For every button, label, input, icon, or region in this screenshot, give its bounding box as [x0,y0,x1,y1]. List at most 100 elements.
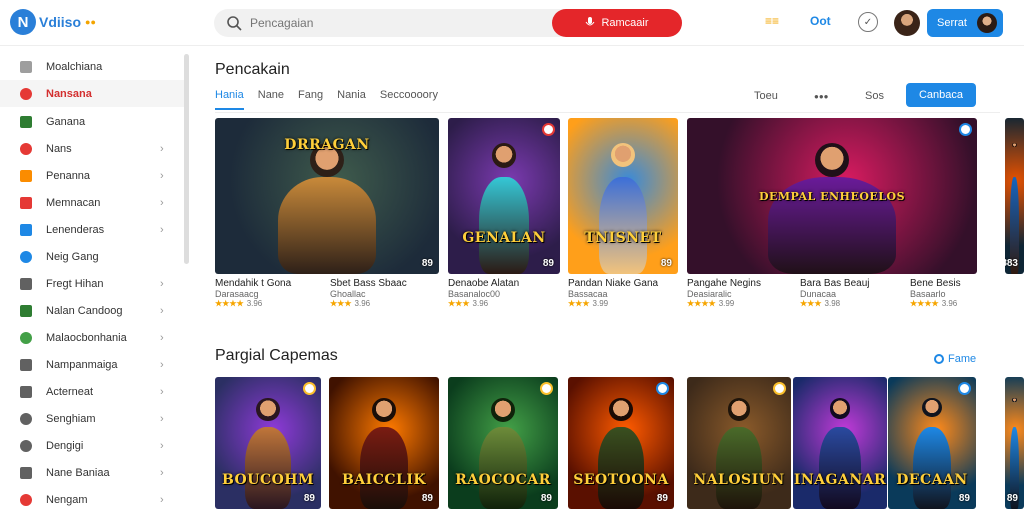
character-head [609,398,633,422]
sidebar-item[interactable]: Penanna › [0,162,184,189]
sidebar-item[interactable]: Ganana [0,108,184,135]
star-icon: ★★★ [568,299,590,308]
chat-icon [20,142,32,155]
rating-score: 3.96 [941,299,958,308]
game-title-art: BOUCOHM [221,472,315,489]
game-card[interactable]: 883 [1005,118,1024,274]
game-card[interactable]: DECAAN 89 [888,377,976,509]
sidebar-item-label: Acterneat [46,385,94,398]
game-card[interactable]: RAOCOCAR 89 [448,377,558,509]
sidebar-item[interactable]: Nans › [0,135,184,162]
game-card[interactable]: TNISNET 89 [568,118,678,274]
sidebar: Moalchiana Nansana Ganana Nans › Penanna › Memn… [0,46,184,512]
search-button-label: Ramcaair [601,17,649,29]
tab-1[interactable]: Nane [258,89,284,110]
rating-stars: ★★★ 3.96 [330,299,438,308]
game-meta[interactable]: Denaobe Alatan Basanaloc00 ★★★ 3.96 [448,278,556,308]
game-card[interactable]: INAGANAR [793,377,887,509]
verified-badge-icon [540,382,553,395]
rating-stars: ★★★★ 3.99 [687,299,795,308]
player-count: 89 [421,493,433,504]
help-icon [20,439,32,452]
search-icon [227,16,242,31]
sidebar-item[interactable]: Lenenderas › [0,216,184,243]
menu-shortcut[interactable]: ≡≡ [765,14,779,28]
game-card[interactable]: 89 [1005,377,1024,509]
avatar[interactable] [894,10,920,36]
page-title: Pencakain [215,61,290,78]
sidebar-item-label: Fregt Hihan [46,277,104,290]
sidebar-item[interactable]: Nampanmaiga › [0,351,184,378]
character-head [727,398,751,421]
character-head [814,142,850,178]
tab-2[interactable]: Fang [298,89,323,110]
character-head [829,398,851,419]
action-button[interactable]: Canbaca [906,83,976,107]
sidebar-item-label: Nane Baniaa [46,466,110,479]
game-meta[interactable]: Mendahik t Gona Darasaacg ★★★★ 3.96 [215,278,323,308]
topbar-link[interactable]: Oot [810,14,831,28]
sidebar-item[interactable]: Fregt Hihan › [0,270,184,297]
game-meta[interactable]: Sbet Bass Sbaac Ghoallac ★★★ 3.96 [330,278,438,308]
sidebar-item[interactable]: Moalchiana [0,53,184,80]
sidebar-item[interactable]: Nengam › [0,486,184,513]
sidebar-item[interactable]: Nalan Candoog › [0,297,184,324]
sidebar-item[interactable]: Senghiam › [0,405,184,432]
filter-control[interactable]: Toeu [754,90,778,102]
game-publisher: Deasiaralic [687,289,732,299]
doc-icon [20,358,32,371]
person-icon [20,385,32,398]
sidebar-item[interactable]: Malaocbonhania › [0,324,184,351]
game-card[interactable]: BAICCLIK 89 [329,377,439,509]
game-card[interactable]: DEMPAL ENHEOELOS [687,118,977,274]
globe-icon [20,250,32,263]
tab-4[interactable]: Seccoooory [380,89,438,110]
character-head [491,142,517,168]
sidebar-item[interactable]: Dengigi › [0,432,184,459]
player-count: 89 [421,258,433,269]
sidebar-item[interactable]: Nansana [0,80,184,107]
game-card[interactable]: BOUCOHM 89 [215,377,321,509]
notification-icon[interactable]: ✓ [858,12,878,32]
game-meta[interactable]: Pandan Niake Gana Bassacaa ★★★ 3.99 [568,278,676,308]
star-icon: ★★★★ [910,299,939,308]
rating-score: 3.99 [592,299,609,308]
sidebar-item[interactable]: Memnacan › [0,189,184,216]
search-input[interactable] [250,16,550,30]
sign-in-button[interactable]: Serrat [927,9,1003,37]
player-count: 883 [1005,258,1018,269]
sidebar-scrollbar[interactable] [184,54,189,264]
sidebar-item-label: Nansana [46,87,92,100]
top-bar: N Vdiiso ●● Ramcaair ≡≡ Oot ✓ Serrat [0,0,1024,46]
sidebar-item[interactable]: Neig Gang [0,243,184,270]
game-publisher: Basaarlo [910,289,946,299]
doc-icon [20,277,32,290]
tab-3[interactable]: Nania [337,89,366,110]
search-button[interactable]: Ramcaair [552,9,682,37]
game-card[interactable]: GENALAN 89 [448,118,560,274]
game-name: Bara Bas Beauj [800,278,870,289]
sidebar-item[interactable]: Acterneat › [0,378,184,405]
user-avatar-icon [977,13,997,33]
game-meta[interactable]: Bene Besis Basaarlo ★★★★ 3.96 [910,278,1018,308]
game-card[interactable]: DRRAGAN 89 [215,118,439,274]
rating-score: 3.96 [354,299,371,308]
rating-score: 3.99 [718,299,735,308]
logo[interactable]: N Vdiiso ●● [10,9,96,35]
tab-0[interactable]: Hania [215,89,244,110]
character-art [244,427,292,509]
sidebar-item-label: Senghiam [46,412,96,425]
chevron-right-icon: › [160,493,164,506]
game-card[interactable]: NALOSIUN [687,377,791,509]
verified-badge-icon [542,123,555,136]
logo-icon: N [10,9,36,35]
character-head [371,398,397,423]
more-options-icon[interactable]: ●●● [814,92,829,101]
game-meta[interactable]: Pangahe Negins Deasiaralic ★★★★ 3.99 [687,278,795,308]
game-card[interactable]: SEOTOONA 89 [568,377,674,509]
sort-control[interactable]: Sos [865,90,884,102]
see-more-link[interactable]: Fame [934,353,976,365]
sidebar-item[interactable]: Nane Baniaa › [0,459,184,486]
game-title-art: INAGANAR [793,472,887,489]
game-meta[interactable]: Bara Bas Beauj Dunacaa ★★★ 3.98 [800,278,908,308]
